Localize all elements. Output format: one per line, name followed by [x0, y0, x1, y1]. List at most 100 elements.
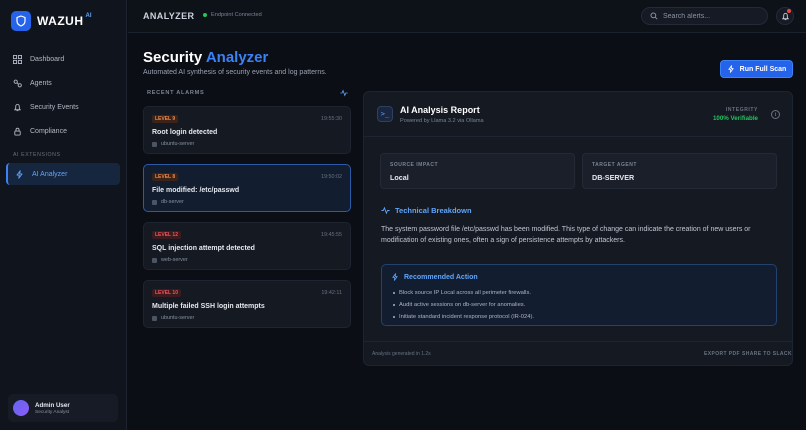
- alarm-host-name: web-server: [161, 257, 188, 263]
- technical-breakdown-title: Technical Breakdown: [395, 206, 472, 215]
- target-agent-box: TARGET AGENT DB-SERVER: [582, 153, 777, 189]
- action-item: Block source IP Local across all perimet…: [393, 287, 534, 299]
- sidebar-item-label: Dashboard: [30, 55, 65, 63]
- sidebar-item-security-events[interactable]: Security Events: [6, 96, 120, 118]
- action-item: Audit active sessions on db-server for a…: [393, 299, 534, 311]
- terminal-icon: >_: [377, 106, 393, 122]
- sidebar-item-label: Agents: [30, 79, 52, 87]
- sidebar-item-label: Compliance: [30, 127, 67, 135]
- ai-analysis-report: >_ AI Analysis Report Powered by Llama 3…: [363, 91, 793, 366]
- server-icon: [152, 199, 157, 205]
- server-icon: [152, 315, 157, 321]
- grid-icon: [13, 54, 22, 64]
- shield-logo-icon: [11, 11, 31, 31]
- sidebar: WAZUH AI Dashboard Agents Security Event…: [0, 0, 127, 430]
- run-full-scan-label: Run Full Scan: [739, 65, 787, 73]
- bullet-icon: [393, 316, 395, 318]
- target-agent-label: TARGET AGENT: [592, 162, 637, 168]
- alarm-card[interactable]: LEVEL 9 19:55:30 Root login detected ubu…: [143, 106, 351, 154]
- sidebar-item-dashboard[interactable]: Dashboard: [6, 48, 120, 70]
- activity-icon: [340, 89, 348, 97]
- report-subtitle: Powered by Llama 3.2 via Ollama: [400, 118, 484, 124]
- activity-icon: [381, 206, 390, 215]
- report-title: AI Analysis Report: [400, 105, 480, 115]
- sidebar-item-label: Security Events: [30, 103, 79, 111]
- alarm-card[interactable]: LEVEL 12 19:45:55 SQL injection attempt …: [143, 222, 351, 270]
- bell-icon: [13, 103, 22, 111]
- info-icon[interactable]: i: [771, 110, 780, 119]
- sidebar-section-label: AI EXTENSIONS: [13, 152, 61, 158]
- alarm-title: Multiple failed SSH login attempts: [152, 303, 265, 310]
- integrity-value: 100% Verifiable: [712, 115, 758, 122]
- report-footer: Analysis generated in 1.2s EXPORT PDF SH…: [364, 341, 792, 365]
- recommended-action-title: Recommended Action: [404, 273, 478, 281]
- level-badge: LEVEL 8: [152, 173, 179, 181]
- alarm-title: SQL injection attempt detected: [152, 245, 255, 252]
- integrity-indicator: INTEGRITY 100% Verifiable: [713, 107, 758, 122]
- sidebar-item-ai-analyzer[interactable]: AI Analyzer: [6, 163, 120, 185]
- alarm-title: Root login detected: [152, 129, 218, 136]
- user-profile-card[interactable]: Admin User Security Analyst: [8, 394, 118, 422]
- brand[interactable]: WAZUH AI: [11, 11, 92, 31]
- bullet-icon: [393, 304, 395, 306]
- alarm-time: 19:55:30: [321, 116, 342, 122]
- alarm-host-name: ubuntu-server: [161, 315, 195, 321]
- sidebar-item-label: AI Analyzer: [32, 170, 68, 178]
- status-dot-icon: [203, 13, 207, 17]
- alarm-card[interactable]: LEVEL 10 19:42:11 Multiple failed SSH lo…: [143, 280, 351, 328]
- action-text: Block source IP Local across all perimet…: [399, 290, 531, 296]
- action-item: Initiate standard incident response prot…: [393, 311, 534, 323]
- sidebar-item-compliance[interactable]: Compliance: [6, 120, 120, 142]
- server-icon: [152, 141, 157, 147]
- recommended-action-box: Recommended Action Block source IP Local…: [381, 264, 777, 326]
- user-name: Admin User: [35, 401, 70, 409]
- source-impact-label: SOURCE IMPACT: [390, 162, 439, 168]
- level-badge: LEVEL 12: [152, 231, 181, 239]
- alarm-title: File modified: /etc/passwd: [152, 187, 240, 194]
- bolt-icon: [16, 169, 23, 179]
- divider: [364, 136, 792, 137]
- level-badge: LEVEL 9: [152, 115, 179, 123]
- topbar: ANALYZER Endpoint Connected: [128, 0, 806, 33]
- alarm-host: ubuntu-server: [152, 315, 194, 321]
- level-badge: LEVEL 10: [152, 289, 181, 297]
- agents-icon: [13, 79, 22, 87]
- action-text: Initiate standard incident response prot…: [399, 314, 535, 320]
- brand-tag: AI: [85, 13, 92, 19]
- export-pdf-button[interactable]: EXPORT PDF: [704, 351, 740, 357]
- bullet-icon: [393, 292, 395, 294]
- generation-time-note: Analysis generated in 1.2s: [372, 351, 431, 357]
- search-icon: [650, 12, 658, 20]
- bolt-icon: [392, 273, 398, 281]
- sidebar-item-agents[interactable]: Agents: [6, 72, 120, 94]
- notifications-button[interactable]: [776, 7, 794, 25]
- source-impact-box: SOURCE IMPACT Local: [380, 153, 575, 189]
- source-impact-value: Local: [390, 173, 409, 182]
- search-input[interactable]: [663, 12, 763, 20]
- alarm-card-selected[interactable]: LEVEL 8 19:50:02 File modified: /etc/pas…: [143, 164, 351, 212]
- search-box[interactable]: [641, 7, 768, 25]
- alarm-host: web-server: [152, 257, 188, 263]
- alarm-time: 19:50:02: [321, 174, 342, 180]
- run-full-scan-button[interactable]: Run Full Scan: [720, 60, 793, 78]
- user-role: Security Analyst: [35, 409, 70, 415]
- technical-breakdown-heading: Technical Breakdown: [381, 206, 472, 215]
- target-agent-value: DB-SERVER: [592, 173, 635, 182]
- page-title-part1: Security: [143, 49, 203, 66]
- share-to-slack-button[interactable]: SHARE TO SLACK: [742, 351, 792, 357]
- action-text: Audit active sessions on db-server for a…: [399, 302, 526, 308]
- technical-breakdown-text: The system password file /etc/passwd has…: [381, 226, 751, 244]
- integrity-label: INTEGRITY: [725, 107, 758, 113]
- page-subtitle: Automated AI synthesis of security event…: [143, 69, 327, 76]
- sidebar-nav: Dashboard Agents Security Events Complia…: [6, 48, 120, 187]
- recommended-action-heading: Recommended Action: [391, 273, 478, 281]
- alarm-host-name: db-server: [161, 199, 184, 205]
- lock-icon: [14, 127, 21, 136]
- notification-badge: [787, 9, 791, 13]
- alarm-host: ubuntu-server: [152, 141, 194, 147]
- status-text: Endpoint Connected: [211, 12, 262, 18]
- alarm-time: 19:42:11: [321, 290, 342, 296]
- alarm-host: db-server: [152, 199, 184, 205]
- avatar: [13, 400, 29, 416]
- brand-name: WAZUH: [37, 14, 84, 28]
